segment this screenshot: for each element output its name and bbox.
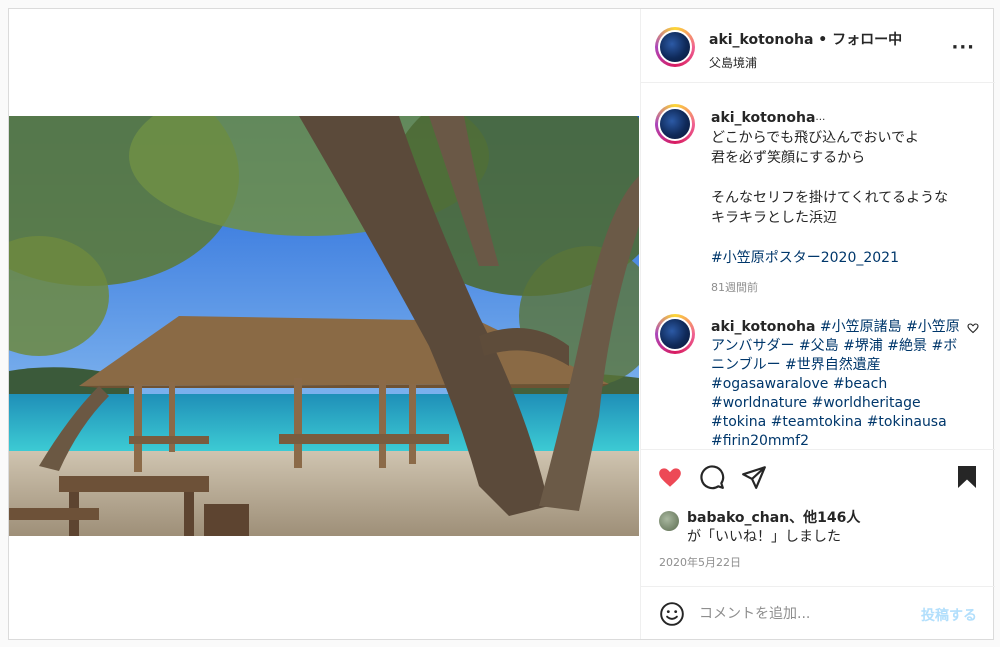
hashtag-link[interactable]: #小笠原諸島 (820, 319, 902, 335)
hashtag-link[interactable]: #firin20mmf2 (711, 433, 809, 449)
bookmark-icon[interactable] (955, 464, 979, 494)
caption-line: そんなセリフを掛けてくれてるような (711, 190, 949, 206)
caption-blank (711, 228, 981, 248)
comments-list[interactable]: aki_kotonoha… どこからでも飛び込んでおいでよ 君を必ず笑顔にするか… (641, 84, 995, 449)
hashtag-link[interactable]: #堺浦 (843, 338, 883, 354)
post-sidebar: aki_kotonoha • フォロー中 父島境浦 ··· aki_kotono… (640, 9, 995, 639)
comment-input[interactable] (699, 601, 909, 627)
edited-mark: … (815, 112, 826, 123)
author-username[interactable]: aki_kotonoha (709, 32, 813, 48)
heart-filled-icon[interactable] (657, 464, 683, 494)
send-icon[interactable] (741, 464, 767, 494)
hashtag-link[interactable]: #ogasawaralove (711, 376, 828, 392)
more-options-icon[interactable]: ··· (951, 37, 975, 58)
separator-dot: • (818, 32, 828, 48)
hashtag-link[interactable]: #tokinausa (867, 414, 947, 430)
add-comment-bar: 投稿する (641, 586, 995, 639)
hashtag-link[interactable]: #teamtokina (771, 414, 863, 430)
photo-pane (9, 9, 639, 639)
likes-count[interactable]: 、他146人 (789, 510, 860, 526)
caption-avatar[interactable] (655, 104, 695, 144)
follow-button[interactable]: フォロー中 (832, 32, 902, 48)
post-date[interactable]: 2020年5月22日 (659, 554, 741, 570)
hashtag-link[interactable]: #絶景 (887, 338, 927, 354)
comment-body: aki_kotonoha #小笠原諸島 #小笠原アンバサダー #父島 #堺浦 #… (711, 318, 961, 449)
post-dialog: aki_kotonoha • フォロー中 父島境浦 ··· aki_kotono… (8, 8, 995, 640)
caption-line: 君を必ず笑顔にするから (711, 150, 866, 166)
beach-photo-illustration (9, 116, 639, 536)
post-comment-button[interactable]: 投稿する (921, 605, 977, 625)
post-header: aki_kotonoha • フォロー中 父島境浦 ··· (641, 9, 995, 83)
author-line: aki_kotonoha • フォロー中 (709, 29, 902, 49)
comment-like-icon[interactable] (967, 322, 979, 337)
likes-suffix: が「いいね！」しました (687, 529, 841, 545)
emoji-icon[interactable] (659, 601, 685, 631)
caption-body: aki_kotonoha… どこからでも飛び込んでおいでよ 君を必ず笑顔にするか… (711, 108, 981, 298)
comment-username[interactable]: aki_kotonoha (711, 319, 815, 335)
caption-line: どこからでも飛び込んでおいでよ (711, 130, 920, 146)
caption-line: キラキラとした浜辺 (711, 210, 837, 226)
caption-blank (711, 168, 981, 188)
hashtag-link[interactable]: #worldheritage (812, 395, 921, 411)
location-link[interactable]: 父島境浦 (709, 54, 902, 71)
likes-text: babako_chan、他146人 が「いいね！」しました (687, 509, 987, 547)
comment-icon[interactable] (699, 464, 725, 494)
caption-hashtag[interactable]: #小笠原ポスター2020_2021 (711, 248, 981, 268)
hashtag-link[interactable]: #beach (833, 376, 887, 392)
hashtag-link[interactable]: #世界自然遺産 (785, 357, 881, 373)
caption-username[interactable]: aki_kotonoha (711, 110, 815, 126)
action-bar (641, 449, 995, 509)
caption-time[interactable]: 81週間前 (711, 278, 981, 298)
author-avatar[interactable] (655, 27, 695, 67)
hashtag-link[interactable]: #父島 (799, 338, 839, 354)
comment-avatar[interactable] (655, 314, 695, 354)
author-info: aki_kotonoha • フォロー中 父島境浦 (709, 29, 902, 71)
liker-avatar[interactable] (659, 511, 679, 531)
hashtag-link[interactable]: #tokina (711, 414, 766, 430)
post-photo[interactable] (9, 116, 639, 536)
liker-username[interactable]: babako_chan (687, 510, 789, 526)
hashtag-link[interactable]: #worldnature (711, 395, 807, 411)
